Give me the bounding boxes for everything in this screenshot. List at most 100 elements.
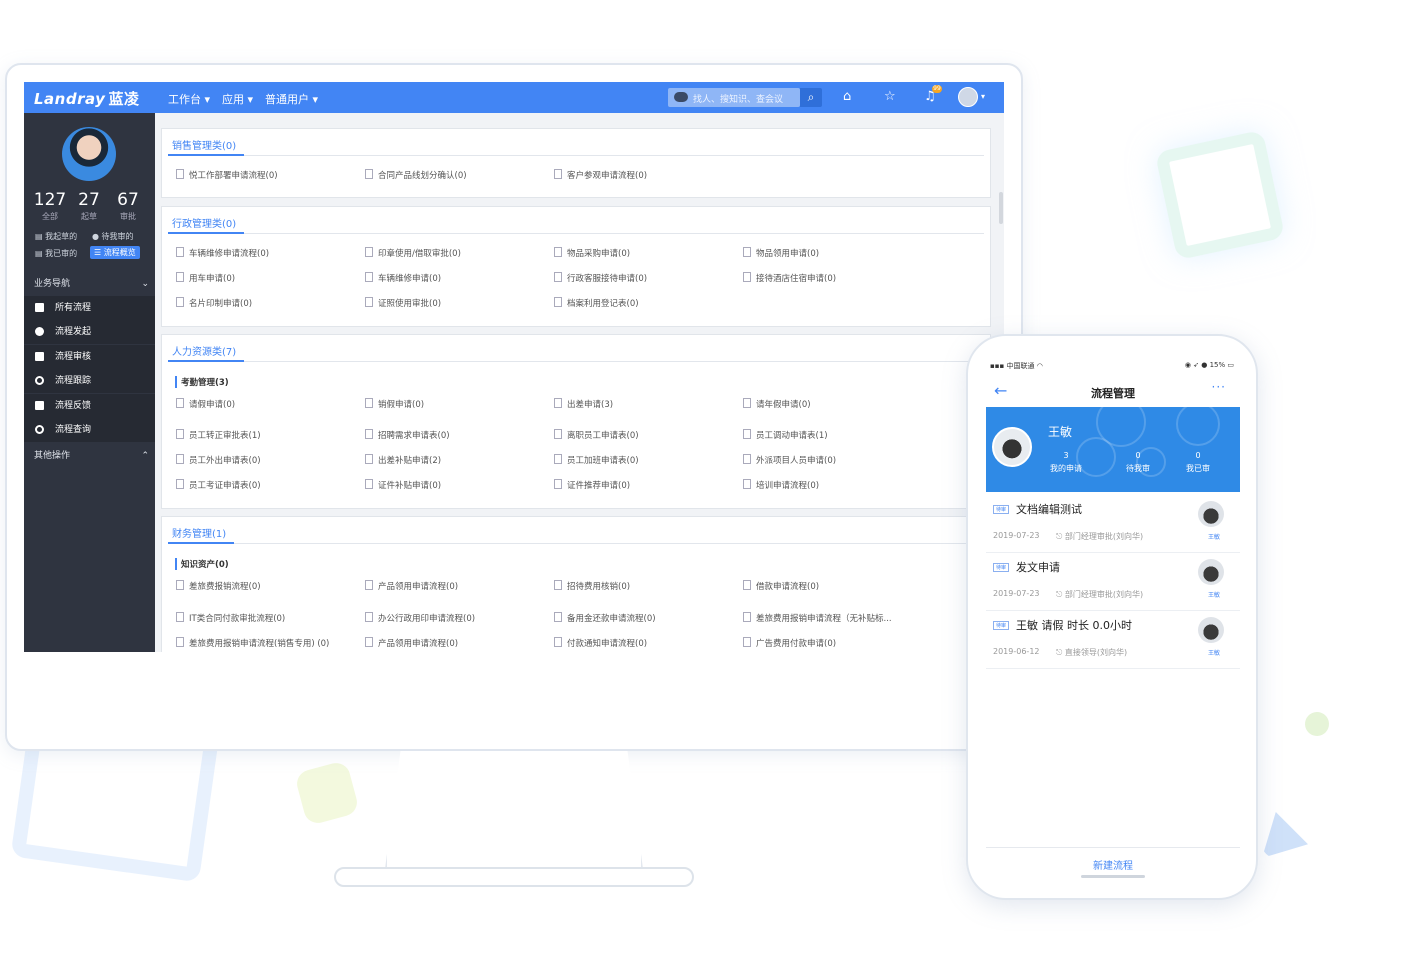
flow-link[interactable]: 接待酒店住宿申请(0) [743, 272, 836, 284]
sidebar-item-all-flows[interactable]: 所有流程 [24, 296, 155, 320]
menu-workbench[interactable]: 工作台 ▾ [168, 91, 210, 107]
flow-link[interactable]: 员工外出申请表(0) [176, 454, 261, 466]
flow-link[interactable]: 产品领用申请流程(0) [365, 637, 458, 649]
flow-link[interactable]: 请假申请(0) [176, 398, 235, 410]
flow-link[interactable]: 员工加班申请表(0) [554, 454, 639, 466]
flow-link[interactable]: 培训申请流程(0) [743, 479, 819, 491]
flow-link[interactable]: 用车申请(0) [176, 272, 235, 284]
flow-link[interactable]: 证件推荐申请(0) [554, 479, 630, 491]
stat-my-apply-count[interactable]: 3 [1046, 451, 1086, 460]
stat-pending-label[interactable]: 待我审 [1113, 463, 1163, 474]
link-my-approved[interactable]: ▤ 我已审的 [35, 248, 77, 259]
sidebar-item-review[interactable]: 流程审核 [24, 345, 155, 369]
flow-card[interactable]: 待审 发文申请 2019-07-23 ⎋ 部门经理审批(刘向华) 王敏 [986, 553, 1240, 611]
flow-link[interactable]: IT类合同付款审批流程(0) [176, 612, 285, 624]
flow-link[interactable]: 证照使用审批(0) [365, 297, 441, 309]
link-flow-overview[interactable]: ☰ 流程概览 [90, 246, 140, 259]
menu-user[interactable]: 普通用户 ▾ [265, 91, 318, 107]
monitor-base [334, 867, 694, 887]
flow-link[interactable]: 车辆维修申请流程(0) [176, 247, 269, 259]
flow-link[interactable]: 广告费用付款申请(0) [743, 637, 836, 649]
flow-card-user: 王敏 [1207, 534, 1220, 541]
search-input[interactable]: 找人、搜知识、查会议 [668, 88, 800, 107]
sidebar-item-label: 流程发起 [55, 327, 92, 337]
profile-avatar[interactable] [62, 127, 116, 181]
flow-link[interactable]: 印章使用/借取审批(0) [365, 247, 461, 259]
chevron-down-icon[interactable]: ▾ [981, 92, 985, 101]
star-icon[interactable]: ☆ [884, 89, 896, 104]
panel-title[interactable]: 人力资源类(7) [172, 343, 236, 358]
stat-approved-label[interactable]: 我已审 [1173, 463, 1223, 474]
flow-link[interactable]: 借款申请流程(0) [743, 580, 819, 592]
flow-link[interactable]: 行政客服接待申请(0) [554, 272, 647, 284]
flow-link[interactable]: 出差补贴申请(2) [365, 454, 441, 466]
flow-link[interactable]: 差旅费报销流程(0) [176, 580, 261, 592]
flow-link[interactable]: 请年假申请(0) [743, 398, 811, 410]
flow-link[interactable]: 差旅费用报销申请流程（无补贴标... [743, 612, 892, 624]
nav-section-business[interactable]: 业务导航 ⌄ [24, 272, 155, 296]
flow-card[interactable]: 待审 王敏 请假 时长 0.0小时 2019-06-12 ⎋ 直接领导(刘向华)… [986, 611, 1240, 669]
flow-link[interactable]: 产品领用申请流程(0) [365, 580, 458, 592]
panel-title[interactable]: 销售管理类(0) [172, 137, 236, 152]
flow-link[interactable]: 物品采购申请(0) [554, 247, 630, 259]
menu-apps[interactable]: 应用 ▾ [222, 91, 253, 107]
stat-draft-count[interactable]: 27 [69, 190, 109, 210]
flow-link[interactable]: 员工考证申请表(0) [176, 479, 261, 491]
nav-section-other[interactable]: 其他操作 ⌃ [24, 444, 155, 468]
sidebar-item-query[interactable]: 流程查询 [24, 418, 155, 442]
stat-approve-count[interactable]: 67 [108, 190, 148, 210]
sidebar-item-label: 流程跟踪 [55, 376, 92, 386]
flow-link[interactable]: 差旅费用报销申请流程(销售专用) (0) [176, 637, 329, 649]
flow-link[interactable]: 员工转正审批表(1) [176, 429, 261, 441]
flow-link[interactable]: 出差申请(3) [554, 398, 613, 410]
home-icon[interactable]: ⌂ [843, 89, 851, 104]
plus-circle-icon [35, 327, 44, 336]
stat-my-apply-label[interactable]: 我的申请 [1041, 463, 1091, 474]
flow-link[interactable]: 办公行政用印申请流程(0) [365, 612, 475, 624]
user-avatar[interactable] [958, 87, 978, 107]
stat-all-count[interactable]: 127 [30, 190, 70, 210]
flow-link[interactable]: 外派项目人员申请(0) [743, 454, 836, 466]
flow-link[interactable]: 招聘需求申请表(0) [365, 429, 450, 441]
stat-approved-count[interactable]: 0 [1178, 451, 1218, 460]
sidebar-item-feedback[interactable]: 流程反馈 [24, 394, 155, 418]
search-icon [35, 425, 44, 434]
flow-link[interactable]: 付款通知申请流程(0) [554, 637, 647, 649]
desktop-screen: Landray 蓝凌 工作台 ▾ 应用 ▾ 普通用户 ▾ 找人、搜知识、查会议 ⌕… [24, 82, 1004, 652]
search-button[interactable]: ⌕ [800, 88, 822, 107]
panel-title[interactable]: 行政管理类(0) [172, 215, 236, 230]
link-pending-me[interactable]: ● 待我审的 [92, 231, 134, 242]
panel-title[interactable]: 财务管理(1) [172, 525, 226, 540]
status-badge: 待审 [993, 621, 1010, 630]
flow-link[interactable]: 名片印制申请(0) [176, 297, 252, 309]
flow-link[interactable]: 合同产品线划分确认(0) [365, 169, 467, 181]
monitor-neck [385, 751, 643, 869]
sidebar-item-start-flow[interactable]: 流程发起 [24, 320, 155, 344]
flow-link[interactable]: 车辆维修申请(0) [365, 272, 441, 284]
flow-link[interactable]: 备用金还款申请流程(0) [554, 612, 656, 624]
brand-logo[interactable]: Landray 蓝凌 [34, 88, 139, 109]
content-scrollbar[interactable] [999, 192, 1003, 224]
sidebar-item-track[interactable]: 流程跟踪 [24, 369, 155, 393]
flow-link[interactable]: 物品领用申请(0) [743, 247, 819, 259]
flow-link[interactable]: 客户参观申请流程(0) [554, 169, 647, 181]
flow-link[interactable]: 悦工作部署申请流程(0) [176, 169, 278, 181]
stat-pending-count[interactable]: 0 [1118, 451, 1158, 460]
flow-card-user: 王敏 [1207, 650, 1220, 657]
flow-link[interactable]: 离职员工申请表(0) [554, 429, 639, 441]
subcategory-title[interactable]: 考勤管理(3) [175, 376, 229, 388]
mobile-avatar[interactable] [992, 427, 1032, 467]
flow-card-node-text: 部门经理审批(刘向华) [1064, 590, 1144, 599]
more-icon[interactable]: ··· [1212, 380, 1226, 394]
flow-link[interactable]: 证件补贴申请(0) [365, 479, 441, 491]
feedback-icon [35, 401, 44, 410]
link-my-drafts[interactable]: ▤ 我起草的 [35, 231, 77, 242]
flow-card[interactable]: 待审 文档编辑测试 2019-07-23 ⎋ 部门经理审批(刘向华) 王敏 [986, 495, 1240, 553]
flow-link[interactable]: 员工调动申请表(1) [743, 429, 828, 441]
flow-link[interactable]: 招待费用核销(0) [554, 580, 630, 592]
flow-link[interactable]: 档案利用登记表(0) [554, 297, 639, 309]
flow-link[interactable]: 销假申请(0) [365, 398, 424, 410]
subcategory-title[interactable]: 知识资产(0) [175, 558, 229, 570]
new-flow-button[interactable]: 新建流程 [986, 857, 1240, 872]
flow-card-node-text: 部门经理审批(刘向华) [1064, 532, 1144, 541]
